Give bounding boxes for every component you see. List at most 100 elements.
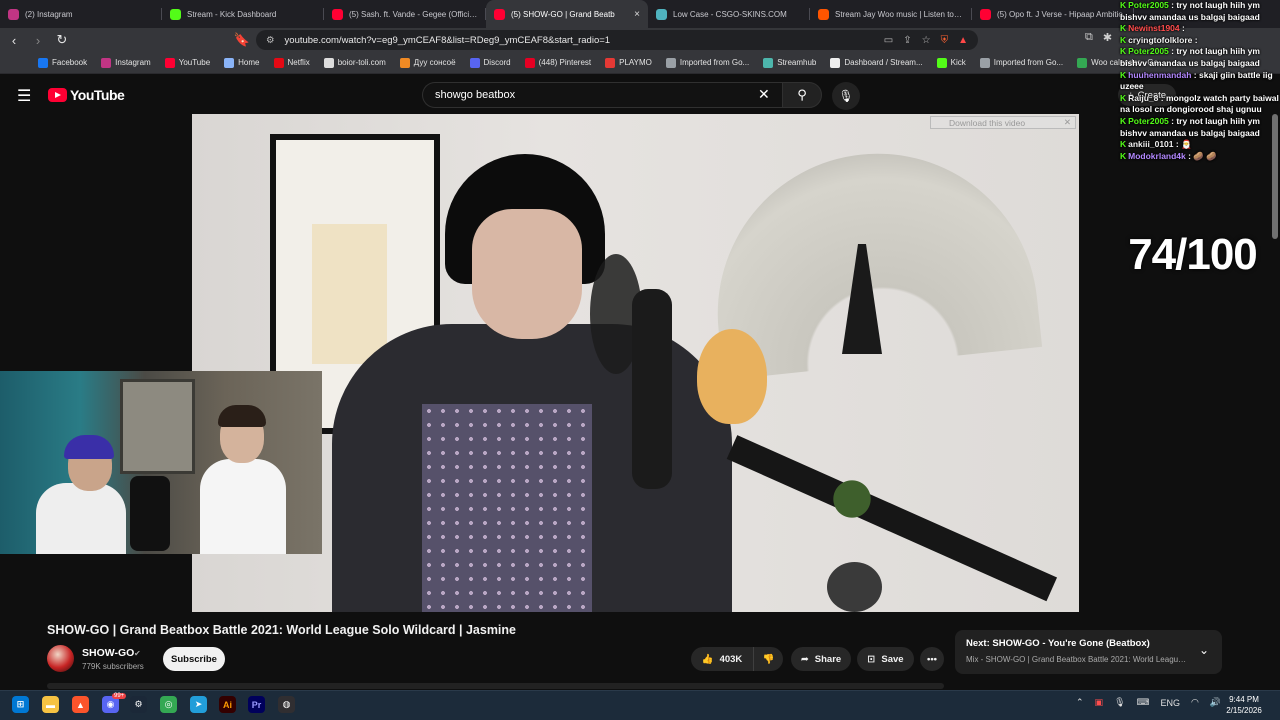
chat-message: Kcryingtofolklore : <box>1120 35 1280 47</box>
browser-tab[interactable]: (5) SHOW-GO | Grand Beatb × <box>486 0 648 28</box>
chat-username: Poter2005 <box>1128 115 1169 126</box>
windows-taskbar-icon[interactable]: ⊞ <box>12 696 29 713</box>
tray-keyboard-icon[interactable]: ⌨ <box>1137 697 1150 708</box>
download-video-bar[interactable]: Download this video ✕ <box>930 116 1076 129</box>
puzzle-icon[interactable]: ✱ <box>1103 31 1112 44</box>
file-explorer-taskbar-icon[interactable]: ▬ <box>42 696 59 713</box>
browser-tab[interactable]: Stream - Kick Dashboard <box>162 0 324 28</box>
bookmark-icon[interactable]: 🔖 <box>234 32 250 48</box>
browser-tab[interactable]: (2) Instagram <box>0 0 162 28</box>
kick-badge-icon: K <box>1120 150 1127 161</box>
browser-tab-bar: (2) Instagram Stream - Kick Dashboard (5) … <box>0 0 1280 28</box>
voice-search-button[interactable]: 🎙 <box>832 82 860 110</box>
brave-shield-icon[interactable]: ⛨ <box>941 35 949 46</box>
obs-taskbar-icon[interactable]: ◍ <box>278 696 295 713</box>
bookmark-favicon-icon <box>524 57 535 68</box>
bookmark-item[interactable]: Дуу сонсоё <box>399 57 456 68</box>
bookmark-item[interactable]: Discord <box>469 57 511 68</box>
brave-rewards-icon[interactable]: ▲ <box>958 35 968 46</box>
page-scrollbar[interactable] <box>1272 114 1278 239</box>
address-bar[interactable]: ⚙ youtube.com/watch?v=eg9_ymCEAF8&list=R… <box>256 30 978 50</box>
language-indicator[interactable]: ENG <box>1161 698 1181 708</box>
subscribe-button[interactable]: Subscribe <box>163 647 225 671</box>
save-button[interactable]: ⊡ Save <box>857 647 914 671</box>
bookmark-favicon-icon <box>763 57 774 68</box>
chat-username: Newinst1904 <box>1128 23 1180 34</box>
back-arrow-icon[interactable]: ‹ <box>6 32 22 48</box>
share-page-icon[interactable]: ⇪ <box>903 35 911 46</box>
bookmark-item[interactable]: Kick <box>936 57 966 68</box>
bookmark-item[interactable]: Facebook <box>38 57 87 68</box>
browser-tab[interactable]: (5) Sash. ft. Vande - Gegee (Official M <box>324 0 486 28</box>
forward-arrow-icon[interactable]: › <box>30 32 46 48</box>
download-video-label: Download this video <box>949 117 1026 128</box>
bookmark-item[interactable]: YouTube <box>164 57 210 68</box>
volume-icon[interactable]: 🔊 <box>1210 697 1221 708</box>
close-download-icon[interactable]: ✕ <box>1064 117 1071 128</box>
bookmark-item[interactable]: (448) Pinterest <box>524 57 591 68</box>
bookmark-item[interactable]: PLAYMO <box>605 57 652 68</box>
chrome-taskbar-icon[interactable]: ◎ <box>160 696 177 713</box>
save-label: Save <box>881 653 904 665</box>
site-settings-icon[interactable]: ⚙ <box>266 35 275 46</box>
video-mic-arm <box>726 435 1058 602</box>
video-bonsai <box>822 464 882 534</box>
search-icon: ⚲ <box>797 87 807 102</box>
chevron-down-icon[interactable]: ⌄ <box>1199 643 1209 657</box>
next-video-card[interactable]: Next: SHOW-GO - You're Gone (Beatbox) Mi… <box>955 630 1222 674</box>
channel-avatar[interactable] <box>47 645 74 672</box>
browser-tab[interactable]: Low Case - CSGO-SKINS.COM <box>648 0 810 28</box>
more-actions-button[interactable]: ••• <box>920 647 944 671</box>
bookmark-star-icon[interactable]: ☆ <box>922 35 931 46</box>
bookmark-item[interactable]: Home <box>224 57 260 68</box>
chat-separator: : <box>1179 23 1185 34</box>
webcam-person-right-body <box>200 459 286 554</box>
premiere-taskbar-icon[interactable]: Pr <box>248 696 265 713</box>
tray-app-icon[interactable]: ▣ <box>1095 697 1104 708</box>
tab-favicon-icon <box>656 8 667 20</box>
bookmark-item[interactable]: Imported from Go... <box>665 57 749 68</box>
video-player[interactable] <box>192 114 1079 612</box>
chat-message: K Poter2005 : try not laugh hiih ym bishv… <box>1120 116 1280 139</box>
browser-tab[interactable]: Stream Jay Woo music | Listen to son <box>810 0 972 28</box>
chat-text: 🎅 <box>1181 139 1192 150</box>
video-microphone <box>632 289 672 489</box>
tab-close-icon[interactable]: × <box>634 9 640 20</box>
bookmark-item[interactable]: Netflix <box>273 57 310 68</box>
search-button[interactable]: ⚲ <box>782 82 822 108</box>
streamer-webcam <box>0 371 322 554</box>
tray-overflow-chevron-icon[interactable]: ⌃ <box>1076 697 1084 708</box>
bookmark-item[interactable]: Streamhub <box>763 57 816 68</box>
chat-username: cryingtofolklore <box>1128 34 1193 45</box>
steam-taskbar-icon[interactable]: ⚙ <box>130 696 147 713</box>
bookmark-favicon-icon <box>101 57 112 68</box>
subscriber-count: 779K subscribers <box>82 662 144 671</box>
taskbar-clock[interactable]: 9:44 PM 2/15/2026 <box>1224 694 1264 716</box>
bookmark-item[interactable]: Imported from Go... <box>979 57 1063 68</box>
hamburger-menu-icon[interactable]: ☰ <box>17 86 31 106</box>
tab-title: Stream Jay Woo music | Listen to son <box>835 9 964 19</box>
like-button[interactable]: 👍 403K <box>691 647 753 671</box>
telegram-taskbar-icon[interactable]: ➤ <box>190 696 207 713</box>
share-button[interactable]: ➦ Share <box>791 647 851 671</box>
cast-icon[interactable]: ▭ <box>884 35 893 46</box>
wifi-icon[interactable]: ◠ <box>1191 697 1199 708</box>
clear-search-icon[interactable]: ✕ <box>758 86 770 103</box>
reload-icon[interactable]: ↻ <box>54 32 70 48</box>
search-input[interactable]: showgo beatbox <box>422 82 786 108</box>
bookmark-item[interactable]: Instagram <box>101 57 151 68</box>
youtube-logo[interactable]: YouTube <box>48 87 125 103</box>
tray-microphone-icon[interactable]: 🎙 <box>1114 697 1125 708</box>
bookmark-label: Kick <box>950 58 966 67</box>
dislike-button[interactable]: 👎 <box>753 647 783 671</box>
extension-icon[interactable]: ⧉ <box>1085 31 1093 44</box>
thumbs-down-icon: 👎 <box>762 653 775 665</box>
browser-tab[interactable]: (5) Opo ft. J Verse - Hipaap Ambitio <box>972 0 1134 28</box>
illustrator-taskbar-icon[interactable]: Ai <box>219 696 236 713</box>
channel-name[interactable]: SHOW-GO <box>82 647 134 659</box>
bookmark-item[interactable]: boior-toli.com <box>323 57 386 68</box>
bookmark-favicon-icon <box>469 57 480 68</box>
bookmark-item[interactable]: Dashboard / Stream... <box>830 57 923 68</box>
brave-taskbar-icon[interactable]: ▲ <box>72 696 89 713</box>
tab-favicon-icon <box>818 8 829 20</box>
